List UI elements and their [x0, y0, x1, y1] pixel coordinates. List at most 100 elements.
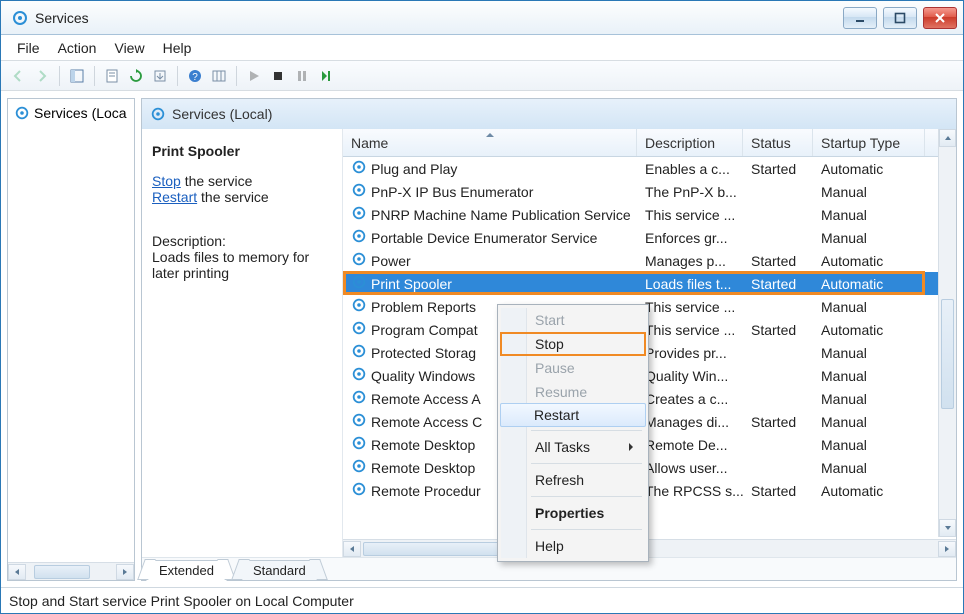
service-description: Manages di...	[637, 414, 743, 430]
ctx-resume: Resume	[501, 380, 645, 404]
ctx-properties[interactable]: Properties	[501, 501, 645, 525]
list-h-scrollbar[interactable]	[343, 539, 956, 557]
service-icon	[351, 481, 367, 500]
service-name: Remote Access C	[371, 414, 482, 430]
stop-service-button[interactable]	[267, 65, 289, 87]
service-startup: Manual	[813, 414, 925, 430]
ctx-all-tasks[interactable]: All Tasks	[501, 435, 645, 459]
show-hide-tree-button[interactable]	[66, 65, 88, 87]
service-row[interactable]: Problem Reports This service ... Manual	[343, 295, 956, 318]
service-icon	[351, 412, 367, 431]
col-name[interactable]: Name	[343, 129, 637, 156]
service-row[interactable]: Protected Storag Provides pr... Manual	[343, 341, 956, 364]
service-description: This service ...	[637, 299, 743, 315]
service-description: Remote De...	[637, 437, 743, 453]
service-startup: Manual	[813, 437, 925, 453]
service-description: Loads files t...	[637, 276, 743, 292]
service-row[interactable]: Remote Access CManages di...StartedManua…	[343, 410, 956, 433]
service-row[interactable]: Portable Device Enumerator ServiceEnforc…	[343, 226, 956, 249]
menu-action[interactable]: Action	[50, 38, 105, 58]
service-description: Provides pr...	[637, 345, 743, 361]
ctx-refresh[interactable]: Refresh	[501, 468, 645, 492]
service-description: Manages p...	[637, 253, 743, 269]
service-name: Protected Storag	[371, 345, 476, 361]
ctx-stop[interactable]: Stop	[501, 332, 645, 356]
service-name: PNRP Machine Name Publication Service	[371, 207, 631, 223]
service-row[interactable]: Print SpoolerLoads files t...StartedAuto…	[343, 272, 956, 295]
tab-standard[interactable]: Standard	[240, 560, 319, 580]
service-row[interactable]: Remote Desktop Remote De... Manual	[343, 433, 956, 456]
service-row[interactable]: Remote DesktopAllows user...Manual	[343, 456, 956, 479]
service-row[interactable]: PowerManages p...StartedAutomatic	[343, 249, 956, 272]
service-row[interactable]: Plug and PlayEnables a c...StartedAutoma…	[343, 157, 956, 180]
properties-button[interactable]	[101, 65, 123, 87]
col-status[interactable]: Status	[743, 129, 813, 156]
refresh-button[interactable]	[125, 65, 147, 87]
status-bar: Stop and Start service Print Spooler on …	[1, 587, 963, 613]
pane-title: Services (Local)	[172, 106, 272, 122]
minimize-button[interactable]	[843, 7, 877, 29]
menu-help[interactable]: Help	[155, 38, 200, 58]
col-description[interactable]: Description	[637, 129, 743, 156]
service-name: Plug and Play	[371, 161, 457, 177]
window-title: Services	[35, 10, 843, 26]
help-button[interactable]: ?	[184, 65, 206, 87]
pause-service-button[interactable]	[291, 65, 313, 87]
service-row[interactable]: Quality WindowsQuality Win...Manual	[343, 364, 956, 387]
close-button[interactable]	[923, 7, 957, 29]
list-v-scrollbar[interactable]	[938, 129, 956, 537]
maximize-button[interactable]	[883, 7, 917, 29]
service-startup: Manual	[813, 460, 925, 476]
column-headers: Name Description Status Startup Type	[343, 129, 956, 157]
service-name: Print Spooler	[371, 276, 452, 292]
toolbar: ?	[1, 61, 963, 91]
service-row[interactable]: Remote Access ACreates a c...Manual	[343, 387, 956, 410]
service-startup: Automatic	[813, 161, 925, 177]
menu-view[interactable]: View	[106, 38, 152, 58]
service-icon	[351, 182, 367, 201]
restart-link[interactable]: Restart	[152, 189, 197, 205]
forward-button[interactable]	[31, 65, 53, 87]
service-description: The PnP-X b...	[637, 184, 743, 200]
ctx-restart[interactable]: Restart	[500, 403, 646, 427]
service-name: Remote Access A	[371, 391, 481, 407]
menu-file[interactable]: File	[9, 38, 48, 58]
menu-bar: File Action View Help	[1, 35, 963, 61]
tab-extended[interactable]: Extended	[146, 560, 227, 581]
service-row[interactable]: Remote ProcedurThe RPCSS s...StartedAuto…	[343, 479, 956, 502]
service-icon	[351, 228, 367, 247]
details-panel: Print Spooler Stop the service Restart t…	[142, 129, 342, 557]
service-row[interactable]: Program CompatThis service ...StartedAut…	[343, 318, 956, 341]
service-startup: Automatic	[813, 253, 925, 269]
stop-link[interactable]: Stop	[152, 173, 181, 189]
title-bar: Services	[1, 1, 963, 35]
service-row[interactable]: PNRP Machine Name Publication ServiceThi…	[343, 203, 956, 226]
back-button[interactable]	[7, 65, 29, 87]
ctx-help[interactable]: Help	[501, 534, 645, 558]
export-button[interactable]	[149, 65, 171, 87]
service-startup: Automatic	[813, 276, 925, 292]
restart-service-button[interactable]	[315, 65, 337, 87]
service-startup: Manual	[813, 345, 925, 361]
service-name: Remote Desktop	[371, 460, 475, 476]
col-startup-type[interactable]: Startup Type	[813, 129, 925, 156]
sort-asc-icon	[485, 132, 495, 138]
columns-button[interactable]	[208, 65, 230, 87]
services-window: Services File Action View Help ?	[0, 0, 964, 614]
service-name: Problem Reports	[371, 299, 476, 315]
service-startup: Manual	[813, 184, 925, 200]
app-icon	[11, 9, 29, 27]
tree-h-scrollbar[interactable]	[8, 562, 134, 580]
service-row[interactable]: PnP-X IP Bus EnumeratorThe PnP-X b...Man…	[343, 180, 956, 203]
service-name: Remote Desktop	[371, 437, 475, 453]
tree-root-node[interactable]: Services (Loca	[12, 103, 130, 123]
service-startup: Automatic	[813, 483, 925, 499]
service-name: Remote Procedur	[371, 483, 481, 499]
service-startup: Manual	[813, 299, 925, 315]
service-status: Started	[743, 483, 813, 499]
service-icon	[351, 274, 367, 293]
service-startup: Manual	[813, 207, 925, 223]
status-text: Stop and Start service Print Spooler on …	[9, 593, 354, 609]
start-service-button[interactable]	[243, 65, 265, 87]
service-icon	[351, 320, 367, 339]
